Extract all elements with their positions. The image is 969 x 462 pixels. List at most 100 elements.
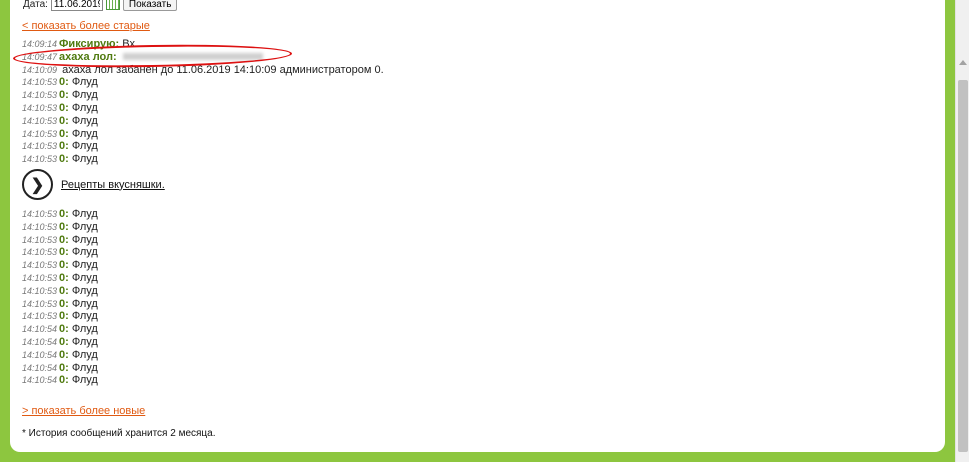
message-time: 14:10:53 xyxy=(22,90,58,101)
show-button[interactable]: Показать xyxy=(122,0,178,11)
message-nick[interactable]: 0: xyxy=(59,208,69,220)
message-time: 14:10:53 xyxy=(22,272,58,283)
message-text: Флуд xyxy=(68,101,98,114)
message-nick[interactable]: 0: xyxy=(59,323,69,335)
message-nick[interactable]: 0: xyxy=(59,234,69,246)
show-older-link[interactable]: < показать более старые xyxy=(22,20,150,32)
message-time: 14:10:53 xyxy=(22,115,58,126)
message-time: 14:10:53 xyxy=(22,234,58,245)
message-row: 14:10:53 0: Флуд xyxy=(22,76,384,89)
message-nick[interactable]: 0: xyxy=(59,285,69,297)
message-time: 14:10:54 xyxy=(22,324,58,335)
message-text: Флуд xyxy=(68,114,98,127)
message-text: Флуд xyxy=(68,323,98,336)
message-row: 14:10:54 0: Флуд xyxy=(22,336,98,349)
message-time: 14:10:09 xyxy=(22,64,58,75)
message-row: 14:10:53 0: Флуд xyxy=(22,310,98,323)
message-row: 14:10:54 0: Флуд xyxy=(22,323,98,336)
message-row: 14:10:53 0: Флуд xyxy=(22,246,98,259)
message-nick[interactable]: 0: xyxy=(59,362,69,374)
message-list-bottom: 14:10:53 0: Флуд 14:10:53 0: Флуд 14:10:53 0:… xyxy=(22,208,98,387)
message-time: 14:10:54 xyxy=(22,336,58,347)
promo-link[interactable]: Рецепты вкусняшки. xyxy=(61,179,165,191)
message-nick[interactable]: 0: xyxy=(59,272,69,284)
message-row: 14:10:53 0: Флуд xyxy=(22,128,384,141)
message-time: 14:10:53 xyxy=(22,102,58,113)
message-nick[interactable]: 0: xyxy=(59,259,69,271)
message-row: 14:10:53 0: Флуд xyxy=(22,259,98,272)
message-row: 14:10:53 0: Флуд xyxy=(22,115,384,128)
message-time: 14:09:14 xyxy=(22,39,58,49)
message-row: 14:10:53 0: Флуд xyxy=(22,102,384,115)
date-input[interactable] xyxy=(50,0,103,11)
message-time: 14:10:53 xyxy=(22,285,58,296)
message-nick[interactable]: 0: xyxy=(59,76,69,88)
message-time: 14:10:53 xyxy=(22,154,58,165)
message-row: 14:10:53 0: Флуд xyxy=(22,208,98,221)
message-nick[interactable]: 0: xyxy=(59,153,69,165)
promo-block[interactable]: ❯ Рецепты вкусняшки. xyxy=(22,169,165,200)
message-text: Флуд xyxy=(68,374,98,387)
message-nick[interactable]: 0: xyxy=(59,310,69,322)
message-nick[interactable]: 0: xyxy=(59,89,69,101)
message-row: 14:10:53 0: Флуд xyxy=(22,298,98,311)
message-nick[interactable]: 0: xyxy=(59,246,69,258)
message-text: Флуд xyxy=(68,297,98,310)
message-row: 14:10:54 0: Флуд xyxy=(22,362,98,375)
scrollbar[interactable] xyxy=(955,0,969,462)
message-time: 14:10:53 xyxy=(22,77,58,88)
message-text: Флуд xyxy=(68,89,98,102)
history-footnote: * История сообщений хранится 2 месяца. xyxy=(22,428,216,439)
message-text: Флуд xyxy=(68,153,98,166)
message-text: Флуд xyxy=(68,76,98,89)
message-text: Флуд xyxy=(68,233,98,246)
message-row: 14:10:54 0: Флуд xyxy=(22,374,98,387)
message-nick[interactable]: 0: xyxy=(59,140,69,152)
message-row: 14:10:53 0: Флуд xyxy=(22,153,384,166)
message-time: 14:10:54 xyxy=(22,362,58,373)
message-text: Флуд xyxy=(68,208,98,220)
message-nick[interactable]: 0: xyxy=(59,374,69,386)
message-time: 14:10:54 xyxy=(22,349,58,360)
message-time: 14:10:53 xyxy=(22,260,58,271)
message-time: 14:10:53 xyxy=(22,247,58,258)
message-time: 14:10:53 xyxy=(22,128,58,139)
message-text: Флуд xyxy=(68,348,98,361)
message-nick[interactable]: 0: xyxy=(59,115,69,127)
message-text: Флуд xyxy=(68,127,98,140)
message-nick[interactable]: 0: xyxy=(59,298,69,310)
message-nick[interactable]: 0: xyxy=(59,336,69,348)
message-text: Флуд xyxy=(68,259,98,272)
message-time: 14:10:53 xyxy=(22,311,58,322)
chevron-right-icon[interactable]: ❯ xyxy=(22,169,53,200)
message-time: 14:10:53 xyxy=(22,298,58,309)
message-time: 14:10:53 xyxy=(22,221,58,232)
message-row: 14:10:54 0: Флуд xyxy=(22,349,98,362)
message-time: 14:10:53 xyxy=(22,141,58,152)
message-row: 14:10:53 0: Флуд xyxy=(22,89,384,102)
show-newer-link[interactable]: > показать более новые xyxy=(22,405,145,417)
message-text: Флуд xyxy=(68,335,98,348)
message-text: Флуд xyxy=(68,361,98,374)
message-nick[interactable]: 0: xyxy=(59,221,69,233)
message-text: Флуд xyxy=(68,220,98,233)
message-row: 14:10:53 0: Флуд xyxy=(22,272,98,285)
calendar-icon[interactable] xyxy=(105,0,120,10)
message-row: 14:10:53 0: Флуд xyxy=(22,285,98,298)
message-text: Флуд xyxy=(68,246,98,259)
message-text: Флуд xyxy=(68,271,98,284)
message-nick[interactable]: 0: xyxy=(59,102,69,114)
message-nick[interactable]: 0: xyxy=(59,349,69,361)
scroll-thumb[interactable] xyxy=(958,80,968,452)
message-nick[interactable]: 0: xyxy=(59,128,69,140)
scroll-up-arrow-icon[interactable] xyxy=(959,60,967,65)
message-time: 14:10:54 xyxy=(22,375,58,386)
date-filter: Дата: Показать xyxy=(23,0,178,12)
message-time: 14:10:53 xyxy=(22,209,58,219)
message-text: Флуд xyxy=(68,284,98,297)
message-text: Флуд xyxy=(68,140,98,153)
message-row: 14:10:53 0: Флуд xyxy=(22,140,384,153)
message-text: Флуд xyxy=(68,310,98,323)
message-row: 14:10:53 0: Флуд xyxy=(22,221,98,234)
date-label: Дата: xyxy=(23,0,48,10)
